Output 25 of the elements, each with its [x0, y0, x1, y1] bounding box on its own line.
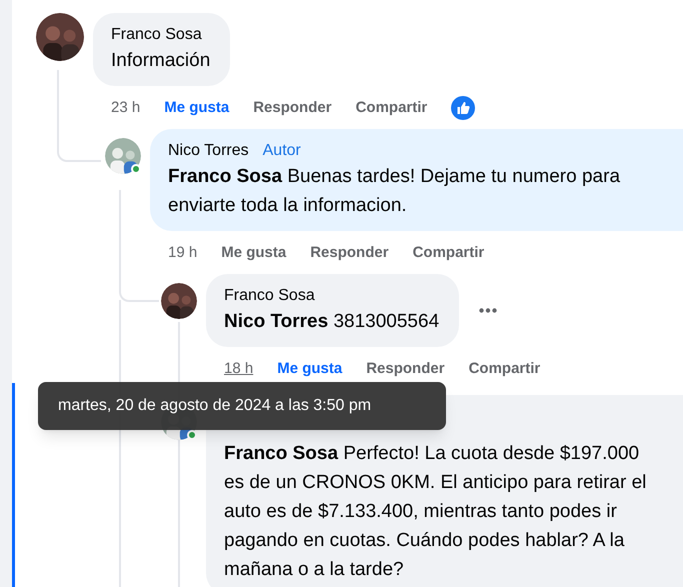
comment-time[interactable]: 23 h — [111, 96, 140, 120]
comment-action[interactable]: Responder — [253, 96, 332, 120]
author-name[interactable]: Franco Sosa — [111, 24, 202, 46]
date-tooltip: martes, 20 de agosto de 2024 a las 3:50 pm — [38, 382, 446, 430]
more-options-icon[interactable] — [479, 308, 498, 313]
avatar[interactable] — [36, 13, 84, 61]
comment-text: Nico Torres 3813005564 — [224, 310, 440, 334]
comment-action[interactable]: Compartir — [468, 358, 540, 380]
avatar[interactable] — [161, 283, 197, 319]
comment-action[interactable]: Compartir — [412, 242, 484, 264]
comment-time[interactable]: 18 h — [224, 358, 254, 380]
comment-action[interactable]: Compartir — [356, 96, 428, 120]
author-label: Autor — [262, 141, 301, 161]
comment-text: Franco Sosa Buenas tardes! Dejame tu numero para enviarte toda la informacion. — [168, 165, 622, 218]
comment-action[interactable]: Me gusta — [277, 358, 342, 380]
comment-action[interactable]: Responder — [310, 242, 389, 264]
comment-action[interactable]: Responder — [366, 358, 445, 380]
comment-time[interactable]: 19 h — [168, 242, 198, 264]
comment-text: Franco Sosa Perfecto! La cuota desde $197.000 es de un CRONOS 0KM. El anticipo para retirar el auto es de $7.133.400, mientras tanto podes ir pagando en cuotas. Cuándo podes hablar? A la mañana o a la tarde? — [224, 442, 648, 582]
author-name[interactable]: Nico Torres — [168, 140, 249, 162]
comment-action[interactable]: Me gusta — [221, 242, 286, 264]
comment-action[interactable]: Me gusta — [164, 96, 230, 120]
like-reaction-icon[interactable] — [451, 96, 476, 120]
author-name[interactable]: Franco Sosa — [224, 285, 315, 307]
comment-text: Información — [111, 49, 210, 73]
